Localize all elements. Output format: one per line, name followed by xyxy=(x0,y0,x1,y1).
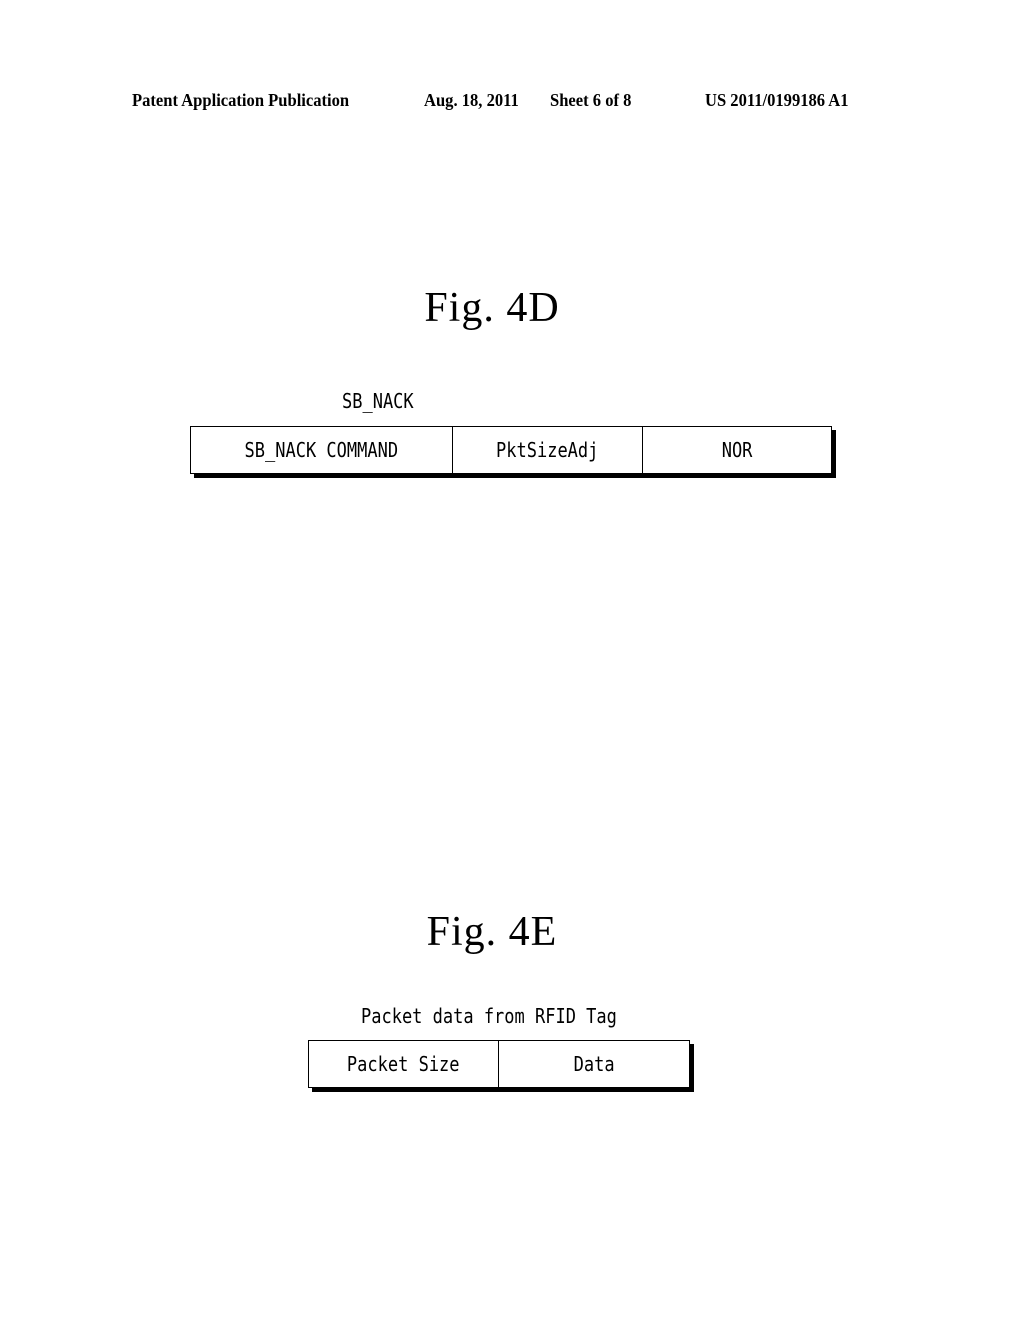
field-label: PktSizeAdj xyxy=(496,438,599,462)
field-label: Data xyxy=(573,1052,615,1076)
field-data: Data xyxy=(499,1041,689,1087)
field-label: SB_NACK COMMAND xyxy=(244,438,399,462)
figure-4e-frame-label: Packet data from RFID Tag xyxy=(361,1004,617,1028)
packet-data-frame: Packet Size Data xyxy=(308,1040,690,1088)
sb-nack-frame: SB_NACK COMMAND PktSizeAdj NOR xyxy=(190,426,832,474)
field-pkt-size-adj: PktSizeAdj xyxy=(453,427,643,473)
publication-type: Patent Application Publication xyxy=(132,90,350,110)
field-label: NOR xyxy=(721,438,753,462)
sheet-number: Sheet 6 of 8 xyxy=(550,90,632,110)
field-sb-nack-command: SB_NACK COMMAND xyxy=(191,427,453,473)
field-packet-size: Packet Size xyxy=(309,1041,499,1087)
field-nor: NOR xyxy=(643,427,831,473)
figure-4d-frame-label: SB_NACK xyxy=(342,389,414,413)
figure-4e-title: Fig. 4E xyxy=(426,909,558,955)
publication-date: Aug. 18, 2011 xyxy=(424,90,519,110)
field-label: Packet Size xyxy=(347,1052,460,1076)
patent-number: US 2011/0199186 A1 xyxy=(705,90,849,110)
figure-4d-title: Fig. 4D xyxy=(424,285,560,331)
page-header: Patent Application Publication Aug. 18, … xyxy=(0,90,1024,112)
